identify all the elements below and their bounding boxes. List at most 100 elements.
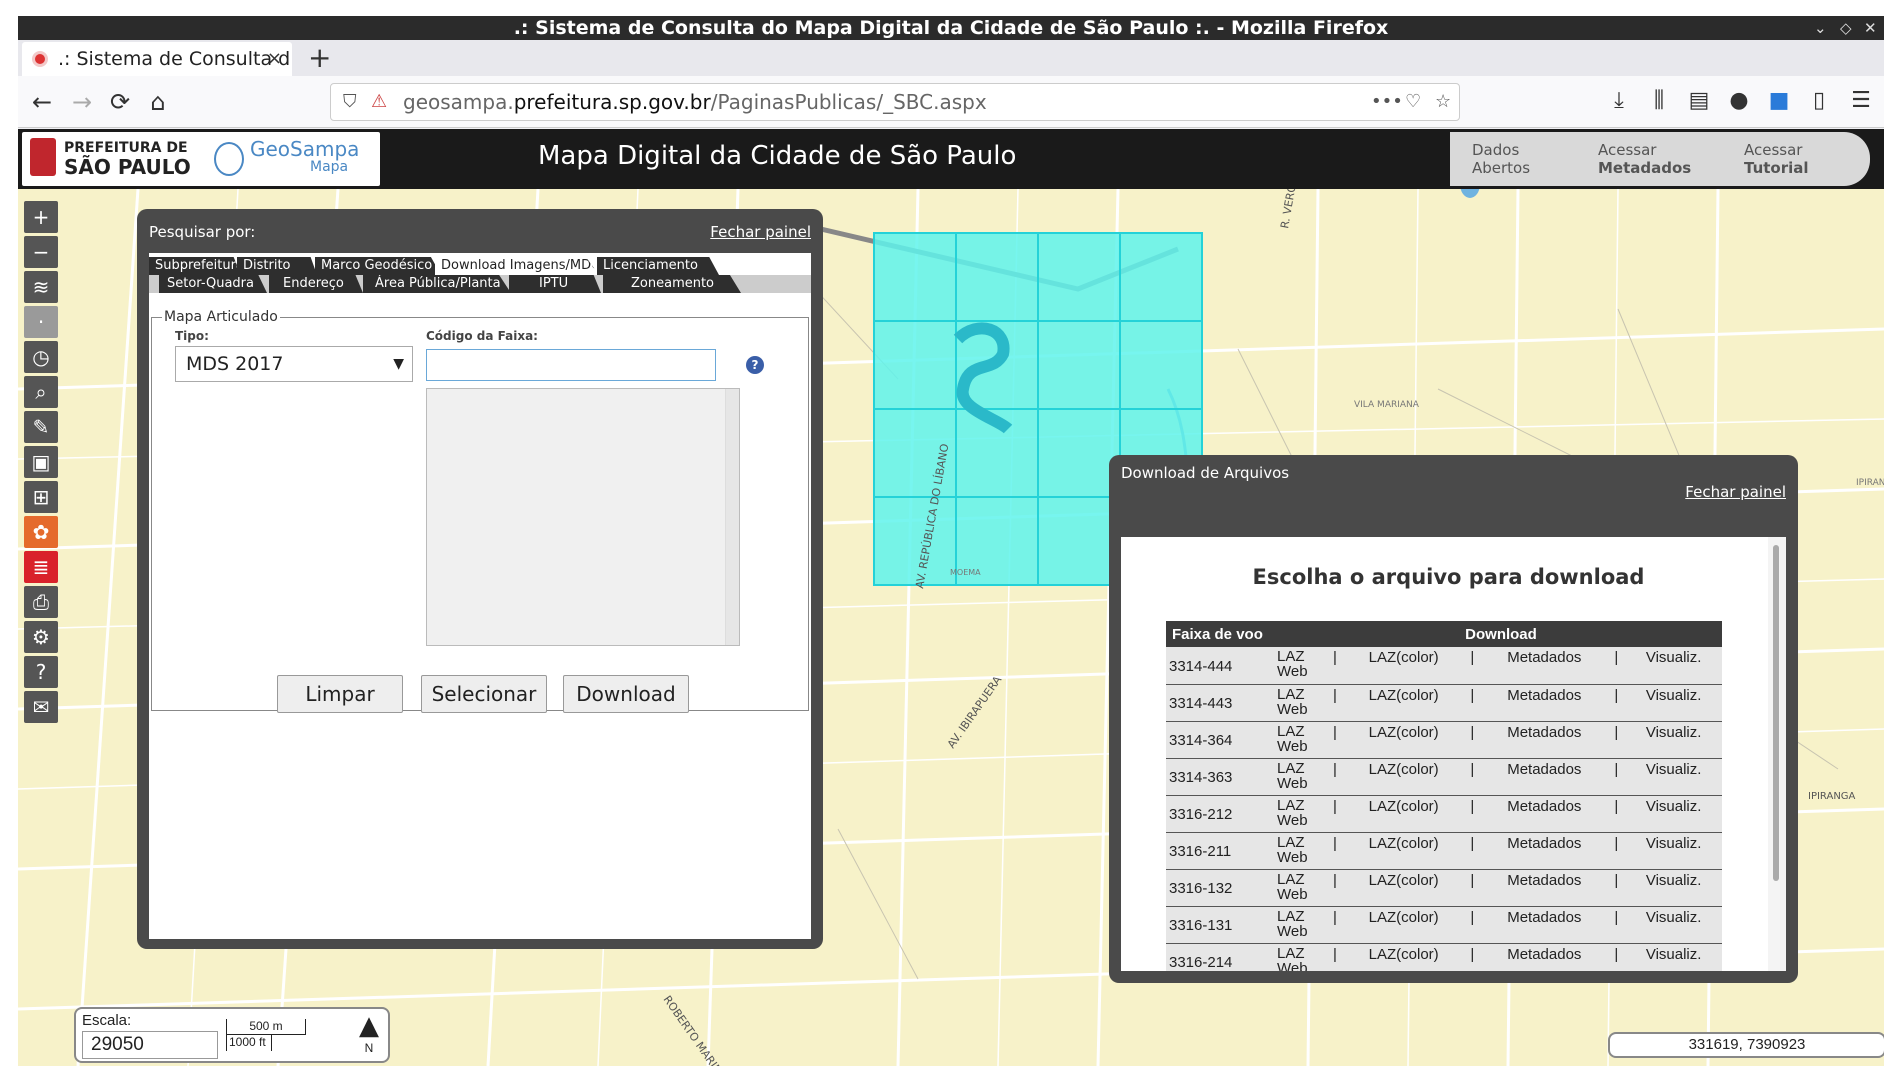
settings-button[interactable]: ⚙ — [24, 621, 58, 653]
tab-zoneamento[interactable]: Zoneamento — [603, 275, 741, 293]
download-button[interactable]: Download — [563, 675, 689, 713]
reload-button[interactable]: ⟳ — [104, 86, 136, 118]
acessar-tutorial-button[interactable]: Acessar Tutorial — [1722, 132, 1870, 186]
laz-web-link[interactable]: LAZ Web — [1274, 869, 1326, 907]
help-button[interactable]: ? — [24, 656, 58, 688]
visualizar-link[interactable]: Visualiz. — [1625, 832, 1722, 870]
tab-licenciamento[interactable]: Licenciamento — [597, 257, 719, 275]
laz-color-link[interactable]: LAZ(color) — [1344, 758, 1464, 796]
bookmark-star-icon[interactable]: ☆ — [1435, 84, 1451, 120]
metadados-link[interactable]: Metadados — [1481, 943, 1608, 971]
search-button[interactable]: ⌕ — [24, 376, 58, 408]
metadados-link[interactable]: Metadados — [1481, 758, 1608, 796]
laz-web-link[interactable]: LAZ Web — [1274, 943, 1326, 971]
tab-marco-geodesico[interactable]: Marco Geodésico — [315, 257, 441, 275]
measure-button[interactable]: ⊞ — [24, 481, 58, 513]
visualizar-link[interactable]: Visualiz. — [1625, 869, 1722, 907]
metadados-link[interactable]: Metadados — [1481, 684, 1608, 722]
laz-color-link[interactable]: LAZ(color) — [1344, 721, 1464, 759]
tab-distrito[interactable]: Distrito — [237, 257, 317, 275]
laz-web-link[interactable]: LAZ Web — [1274, 758, 1326, 796]
scale-input[interactable]: 29050 — [82, 1031, 218, 1059]
menu-icon[interactable]: ☰ — [1846, 86, 1876, 116]
visualizar-link[interactable]: Visualiz. — [1625, 684, 1722, 722]
metadados-link[interactable]: Metadados — [1481, 906, 1608, 944]
laz-web-link[interactable]: LAZ Web — [1274, 795, 1326, 833]
tab-setor-quadra[interactable]: Setor-Quadra — [159, 275, 267, 293]
metadados-link[interactable]: Metadados — [1481, 721, 1608, 759]
page-actions-icon[interactable]: ••• — [1371, 84, 1403, 120]
laz-color-link[interactable]: LAZ(color) — [1344, 684, 1464, 722]
pocket-icon[interactable]: ♡ — [1405, 84, 1421, 120]
account-icon[interactable]: ● — [1724, 86, 1754, 116]
faixa-listbox[interactable] — [426, 388, 740, 646]
tab-area-publica[interactable]: Área Pública/Planta — [363, 275, 511, 293]
new-tab-button[interactable]: + — [308, 40, 331, 76]
tab-endereco[interactable]: Endereço — [269, 275, 363, 293]
laz-web-link[interactable]: LAZ Web — [1274, 647, 1326, 685]
url-bar[interactable]: ⛉ ⚠ geosampa.prefeitura.sp.gov.br/Pagina… — [330, 83, 1460, 121]
browser-tab[interactable]: .: Sistema de Consulta d × — [22, 42, 292, 76]
visualizar-link[interactable]: Visualiz. — [1625, 721, 1722, 759]
minimize-icon[interactable]: ⌄ — [1814, 16, 1827, 40]
tab-iptu[interactable]: IPTU — [509, 275, 601, 293]
metadados-link[interactable]: Metadados — [1481, 869, 1608, 907]
visualizar-link[interactable]: Visualiz. — [1625, 943, 1722, 971]
tipo-select[interactable]: MDS 2017 ▼ — [175, 346, 413, 382]
scrollbar-thumb[interactable] — [1773, 545, 1779, 881]
tab-close-icon[interactable]: × — [267, 42, 282, 76]
laz-web-link[interactable]: LAZ Web — [1274, 906, 1326, 944]
visualizar-link[interactable]: Visualiz. — [1625, 758, 1722, 796]
listbox-scrollbar[interactable] — [725, 389, 739, 645]
back-button[interactable]: ← — [26, 86, 58, 118]
laz-color-link[interactable]: LAZ(color) — [1344, 832, 1464, 870]
mail-button[interactable]: ✉ — [24, 691, 58, 723]
limpar-button[interactable]: Limpar — [277, 675, 403, 713]
palette-button[interactable]: ✿ — [24, 516, 58, 548]
laz-web-link[interactable]: LAZ Web — [1274, 684, 1326, 722]
thematic-button[interactable]: ≣ — [24, 551, 58, 583]
close-window-icon[interactable]: ✕ — [1864, 16, 1877, 40]
history-button[interactable]: ◷ — [24, 341, 58, 373]
info-icon[interactable]: ? — [746, 356, 764, 374]
library-icon[interactable]: ⫼ — [1644, 86, 1674, 116]
identify-button[interactable]: ✎ — [24, 411, 58, 443]
logo-box[interactable]: PREFEITURA DE SÃO PAULO GeoSampa Mapa — [22, 132, 380, 186]
reader-icon[interactable]: ▯ — [1804, 86, 1834, 116]
download-panel-close-link[interactable]: Fechar painel — [1685, 483, 1786, 501]
laz-color-link[interactable]: LAZ(color) — [1344, 943, 1464, 971]
download-scrollbar[interactable] — [1768, 537, 1786, 971]
laz-color-link[interactable]: LAZ(color) — [1344, 869, 1464, 907]
laz-color-link[interactable]: LAZ(color) — [1344, 906, 1464, 944]
shield-icon[interactable]: ⛉ — [343, 84, 357, 120]
laz-web-link[interactable]: LAZ Web — [1274, 832, 1326, 870]
laz-web-link[interactable]: LAZ Web — [1274, 721, 1326, 759]
search-panel-close-link[interactable]: Fechar painel — [710, 223, 811, 241]
home-button[interactable]: ⌂ — [142, 86, 174, 118]
selecionar-button[interactable]: Selecionar — [421, 675, 547, 713]
visualizar-link[interactable]: Visualiz. — [1625, 795, 1722, 833]
downloads-icon[interactable]: ⤓ — [1604, 86, 1634, 116]
acessar-metadados-button[interactable]: Acessar Metadados — [1576, 132, 1722, 186]
visualizar-link[interactable]: Visualiz. — [1625, 647, 1722, 685]
print-button[interactable]: ⎙ — [24, 586, 58, 618]
laz-color-link[interactable]: LAZ(color) — [1344, 795, 1464, 833]
zoom-out-button[interactable]: − — [24, 236, 58, 268]
metadados-link[interactable]: Metadados — [1481, 832, 1608, 870]
visualizar-link[interactable]: Visualiz. — [1625, 906, 1722, 944]
metadados-link[interactable]: Metadados — [1481, 647, 1608, 685]
dados-abertos-button[interactable]: Dados Abertos — [1450, 132, 1576, 186]
layers-button[interactable]: ≋ — [24, 271, 58, 303]
laz-color-link[interactable]: LAZ(color) — [1344, 647, 1464, 685]
maximize-icon[interactable]: ◇ — [1840, 16, 1852, 40]
tab-subprefeitura[interactable]: Subprefeitura — [149, 257, 241, 275]
sidebar-icon[interactable]: ▤ — [1684, 86, 1714, 116]
zoom-in-button[interactable]: + — [24, 201, 58, 233]
tab-download-imagens[interactable]: Download Imagens/MDC — [435, 257, 599, 275]
insecure-lock-icon[interactable]: ⚠ — [371, 84, 387, 120]
extension-icon[interactable]: ■ — [1764, 86, 1794, 116]
forward-button[interactable]: → — [66, 86, 98, 118]
metadados-link[interactable]: Metadados — [1481, 795, 1608, 833]
save-button[interactable]: ▣ — [24, 446, 58, 478]
codigo-faixa-input[interactable] — [426, 349, 716, 381]
